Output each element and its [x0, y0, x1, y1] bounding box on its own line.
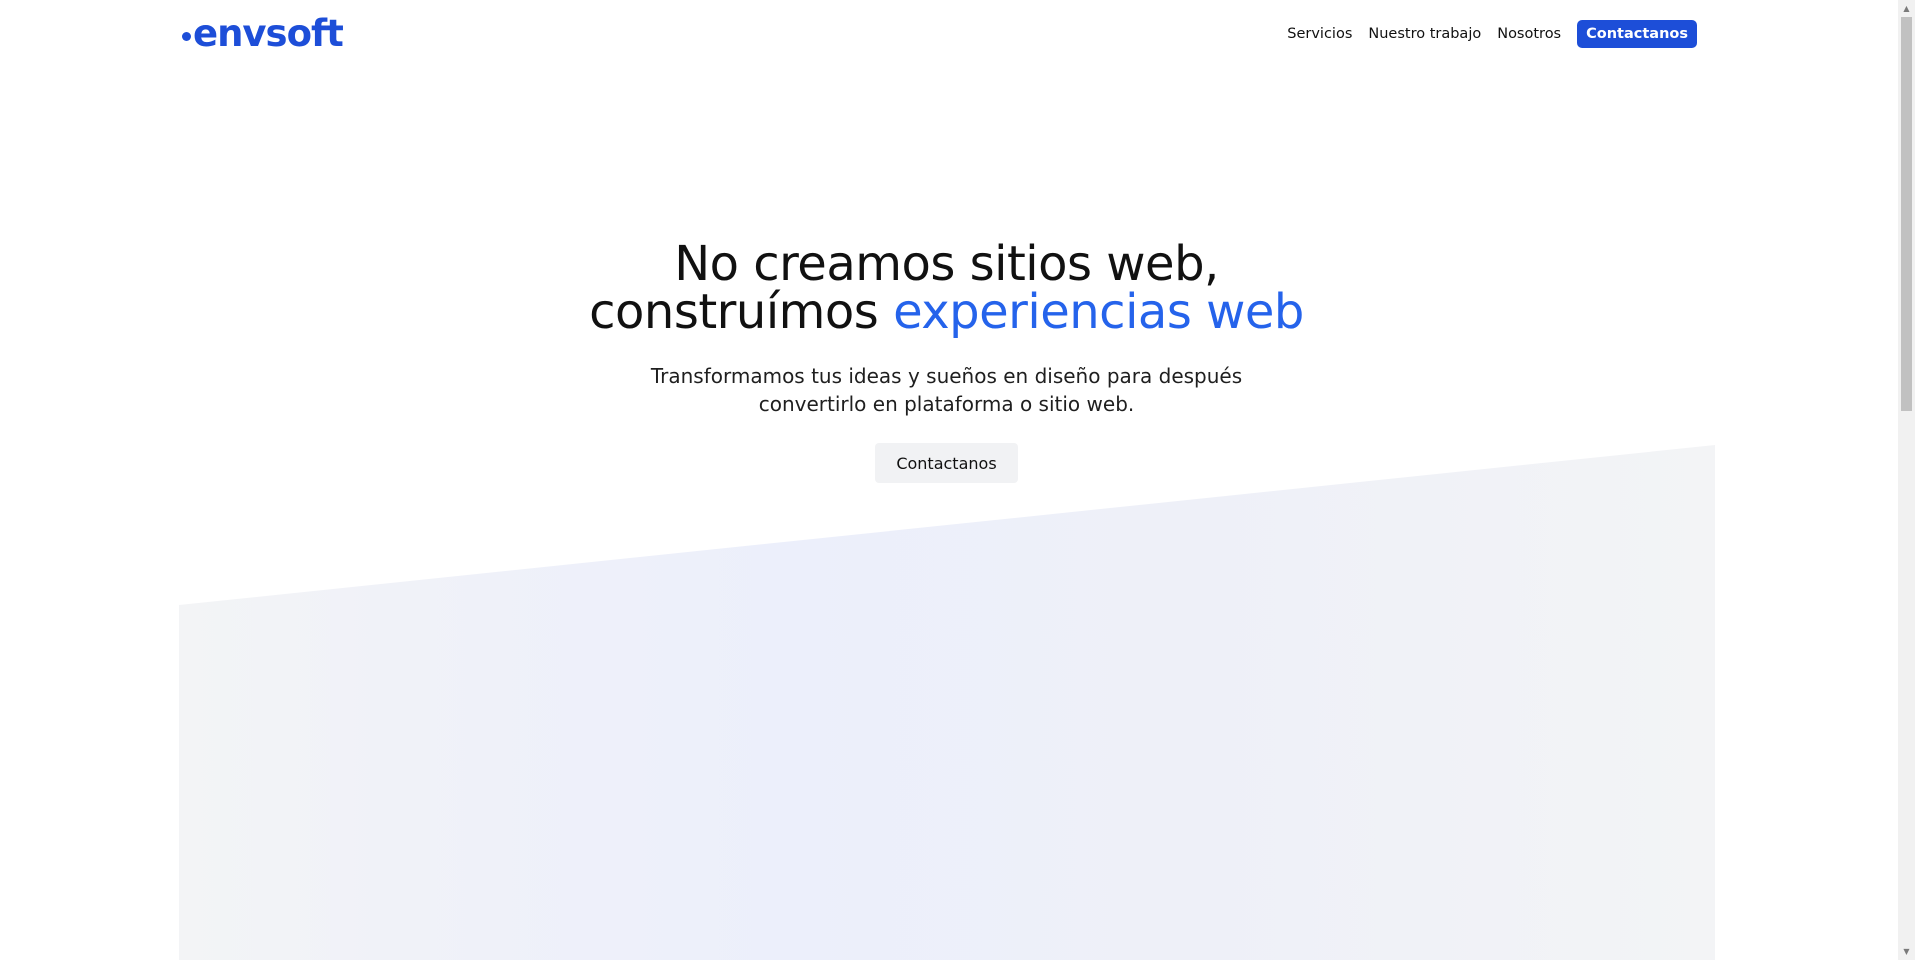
hero-title-line2-prefix: construímos — [589, 284, 879, 340]
hero-title-accent: experiencias web — [893, 284, 1304, 340]
logo-dot-icon — [182, 31, 191, 41]
hero-section: No creamos sitios web, construímos exper… — [0, 240, 1893, 483]
nav-link-nuestro-trabajo[interactable]: Nuestro trabajo — [1368, 20, 1481, 48]
main-nav: Servicios Nuestro trabajo Nosotros Conta… — [1287, 20, 1697, 48]
nav-link-nosotros[interactable]: Nosotros — [1497, 20, 1561, 48]
logo-text: envsoft — [193, 12, 344, 55]
hero-contact-button[interactable]: Contactanos — [875, 443, 1018, 483]
scroll-thumb[interactable] — [1901, 17, 1912, 411]
scroll-up-arrow-icon[interactable]: ▲ — [1898, 0, 1915, 17]
hero-showcase-panel — [179, 445, 1715, 960]
envsoft-logo[interactable]: envsoft — [182, 12, 344, 56]
page: envsoft Servicios Nuestro trabajo Nosotr… — [0, 0, 1915, 960]
vertical-scrollbar[interactable]: ▲ ▼ — [1898, 0, 1915, 960]
scroll-down-arrow-icon[interactable]: ▼ — [1898, 943, 1915, 960]
hero-subtitle: Transformamos tus ideas y sueños en dise… — [650, 364, 1243, 416]
site-header: envsoft Servicios Nuestro trabajo Nosotr… — [0, 0, 1898, 70]
nav-contact-button[interactable]: Contactanos — [1577, 20, 1697, 48]
hero-title: No creamos sitios web, construímos exper… — [0, 240, 1893, 336]
nav-link-servicios[interactable]: Servicios — [1287, 20, 1352, 48]
